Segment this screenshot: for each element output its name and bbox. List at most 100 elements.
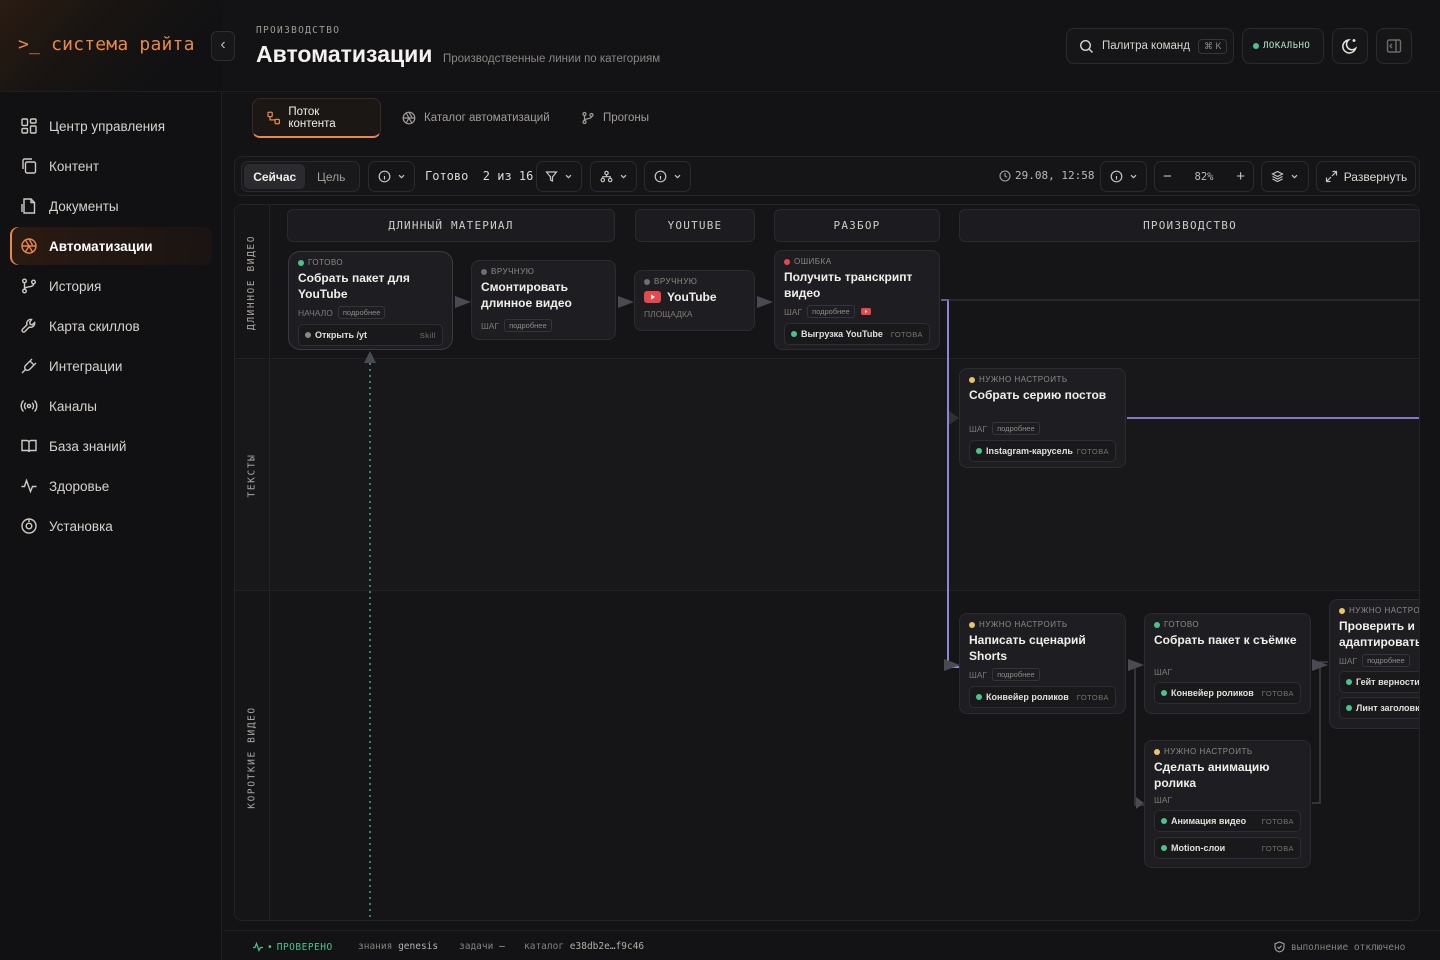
sidebar-item-documents[interactable]: Документы <box>10 187 212 225</box>
theme-toggle-button[interactable] <box>1332 28 1368 64</box>
aperture-icon <box>21 238 37 254</box>
arrow-to-shorts <box>944 659 960 671</box>
card-build-shoot-pack[interactable]: ГОТОВО Собрать пакет к съёмке ШАГ Конвей… <box>1144 613 1311 714</box>
details-dropdown-button[interactable] <box>644 161 691 192</box>
layers-dropdown-button[interactable] <box>1261 161 1309 192</box>
card-title: Написать сценарий Shorts <box>969 633 1086 663</box>
chevron-down-icon <box>674 174 680 179</box>
tab-content-flow[interactable]: Поток контента <box>252 98 381 138</box>
command-palette-button[interactable]: Палитра команд ⌘ K <box>1066 28 1234 64</box>
time-info-dropdown-button[interactable] <box>1100 161 1147 192</box>
shortcut-badge: ⌘ K <box>1197 38 1228 54</box>
arrow-to-shoot <box>1128 659 1144 671</box>
expand-button[interactable]: Развернуть <box>1316 161 1416 192</box>
shield-icon <box>1274 941 1285 953</box>
skill-label: Анимация видео <box>1171 816 1247 826</box>
status-badge: НУЖНО НАСТРОИТЬ <box>969 375 1116 384</box>
moon-icon <box>1342 38 1358 54</box>
info-dropdown-button[interactable] <box>368 161 415 192</box>
collapse-sidebar-button[interactable]: ‹ <box>211 31 235 61</box>
mode-now-button[interactable]: Сейчас <box>244 164 306 189</box>
card-meta: ШАГ подробнее <box>481 319 606 332</box>
details-chip[interactable]: подробнее <box>1362 654 1410 667</box>
skill-tag: ГОТОВА <box>1261 816 1294 826</box>
sidebar-item-skill-map[interactable]: Карта скиллов <box>10 307 212 345</box>
breadcrumb: ПРОИЗВОДСТВО <box>256 25 341 36</box>
details-chip[interactable]: подробнее <box>337 306 386 319</box>
status-dot <box>969 376 975 383</box>
skill-row[interactable]: Instagram-карусель ГОТОВА <box>969 440 1116 462</box>
card-youtube-platform[interactable]: ВРУЧНУЮ YouTube ПЛОЩАДКА <box>634 270 755 331</box>
timestamp-text: 29.08, 12:58 <box>1015 169 1095 182</box>
card-make-animation[interactable]: НУЖНО НАСТРОИТЬ Сделать анимацию ролика Ш… <box>1144 740 1311 868</box>
status-dot <box>1154 621 1160 628</box>
skill-row[interactable]: Анимация видео ГОТОВА <box>1154 810 1301 832</box>
card-build-post-series[interactable]: НУЖНО НАСТРОИТЬ Собрать серию постов ШАГ… <box>959 368 1126 468</box>
card-meta: ПЛОЩАДКА <box>644 309 693 319</box>
sidebar-item-channels[interactable]: Каналы <box>10 387 212 425</box>
knowledge-status: знания genesis <box>358 941 439 952</box>
status-dot <box>976 448 982 454</box>
brand-logo[interactable]: >_ система райта <box>18 34 195 55</box>
timestamp: 29.08, 12:58 <box>999 169 1094 182</box>
filter-icon <box>545 171 558 182</box>
card-get-transcript[interactable]: ОШИБКА Получить транскрипт видео ШАГ подро… <box>774 250 940 350</box>
mode-goal-button[interactable]: Цель <box>305 164 357 189</box>
card-verify-adapt[interactable]: НУЖНО НАСТРОИТЬ Проверить иадаптировать … <box>1329 599 1419 729</box>
sidebar-item-dashboard[interactable]: Центр управления <box>10 107 212 145</box>
skill-row[interactable]: Гейт верности <box>1339 671 1419 693</box>
sidebar-item-integrations[interactable]: Интеграции <box>10 347 212 385</box>
skill-row[interactable]: Motion-слои ГОТОВА <box>1154 837 1301 859</box>
skill-tag: ГОТОВА <box>1076 692 1109 702</box>
mode-toggle: Сейчас Цель <box>241 161 360 192</box>
skill-row[interactable]: Линт заголовков <box>1339 697 1419 719</box>
sidebar-item-automations[interactable]: Автоматизации <box>10 227 212 265</box>
page-header: ПРОИЗВОДСТВО Автоматизации Производствен… <box>223 0 1440 92</box>
sidebar: >_ система райта Центр управления Контен… <box>0 0 222 960</box>
status-badge: НУЖНО НАСТРОИТЬ <box>1154 747 1301 756</box>
tab-runs[interactable]: Прогоны <box>567 98 663 138</box>
sidebar-item-label: Контент <box>49 158 100 174</box>
flow-icon <box>267 111 281 124</box>
details-chip[interactable]: подробнее <box>992 422 1040 435</box>
details-chip[interactable]: подробнее <box>504 319 552 332</box>
tab-automation-catalog[interactable]: Каталог автоматизаций <box>388 98 564 138</box>
sidebar-item-setup[interactable]: Установка <box>10 507 212 545</box>
brand-name: система райта <box>51 34 195 55</box>
sidebar-item-content[interactable]: Контент <box>10 147 212 185</box>
skill-row[interactable]: Открыть /yt Skill <box>298 324 443 346</box>
chevron-down-icon <box>1291 174 1298 179</box>
group-dropdown-button[interactable] <box>590 161 637 192</box>
sidebar-item-health[interactable]: Здоровье <box>10 467 212 505</box>
skill-row[interactable]: Выгрузка YouTube ГОТОВА <box>784 323 930 345</box>
skill-row[interactable]: Конвейер роликов ГОТОВА <box>969 686 1116 708</box>
flow-toolbar: Сейчас Цель Готово 2 из 16 29.08, 12:58 … <box>234 156 1420 196</box>
environment-badge[interactable]: ЛОКАЛЬНО <box>1242 28 1324 64</box>
card-write-shorts-script[interactable]: НУЖНО НАСТРОИТЬ Написать сценарий Shorts … <box>959 613 1126 714</box>
sidebar-item-knowledge-base[interactable]: База знаний <box>10 427 212 465</box>
status-bar: • ПРОВЕРЕНО знания genesis задачи — ката… <box>223 930 1440 960</box>
tab-label: Каталог автоматизаций <box>424 112 550 124</box>
health-status[interactable]: • ПРОВЕРЕНО <box>252 941 333 953</box>
document-icon <box>21 198 36 214</box>
toggle-panel-button[interactable] <box>1376 28 1412 64</box>
card-meta: ШАГ подробнее <box>784 305 930 318</box>
details-chip[interactable]: подробнее <box>807 305 855 318</box>
card-pack-youtube[interactable]: ГОТОВО Собрать пакет для YouTube НАЧАЛО по… <box>288 251 453 350</box>
skill-row[interactable]: Конвейер роликов ГОТОВА <box>1154 682 1301 704</box>
details-chip[interactable]: подробнее <box>992 668 1040 681</box>
status-badge: ВРУЧНУЮ <box>644 277 745 286</box>
card-title: Получить транскрипт видео <box>784 270 913 300</box>
card-edit-long-video[interactable]: ВРУЧНУЮ Смонтировать длинное видео ШАГ под… <box>471 260 616 340</box>
status-dot <box>1154 748 1160 755</box>
page-subtitle: Производственные линии по категориям <box>443 53 661 65</box>
branch-icon <box>582 111 594 125</box>
arrow-return-head <box>364 351 376 363</box>
book-icon <box>21 439 37 453</box>
sidebar-item-history[interactable]: История <box>10 267 212 305</box>
filter-dropdown-button[interactable] <box>536 161 582 192</box>
zoom-out-button[interactable]: − <box>1163 168 1172 185</box>
flow-canvas[interactable]: ДЛИННОЕ ВИДЕО ТЕКСТЫ КОРОТКИЕ ВИДЕО ДЛИН… <box>234 204 1420 921</box>
arrow-to-youtube <box>618 296 634 308</box>
zoom-in-button[interactable]: + <box>1236 168 1245 185</box>
